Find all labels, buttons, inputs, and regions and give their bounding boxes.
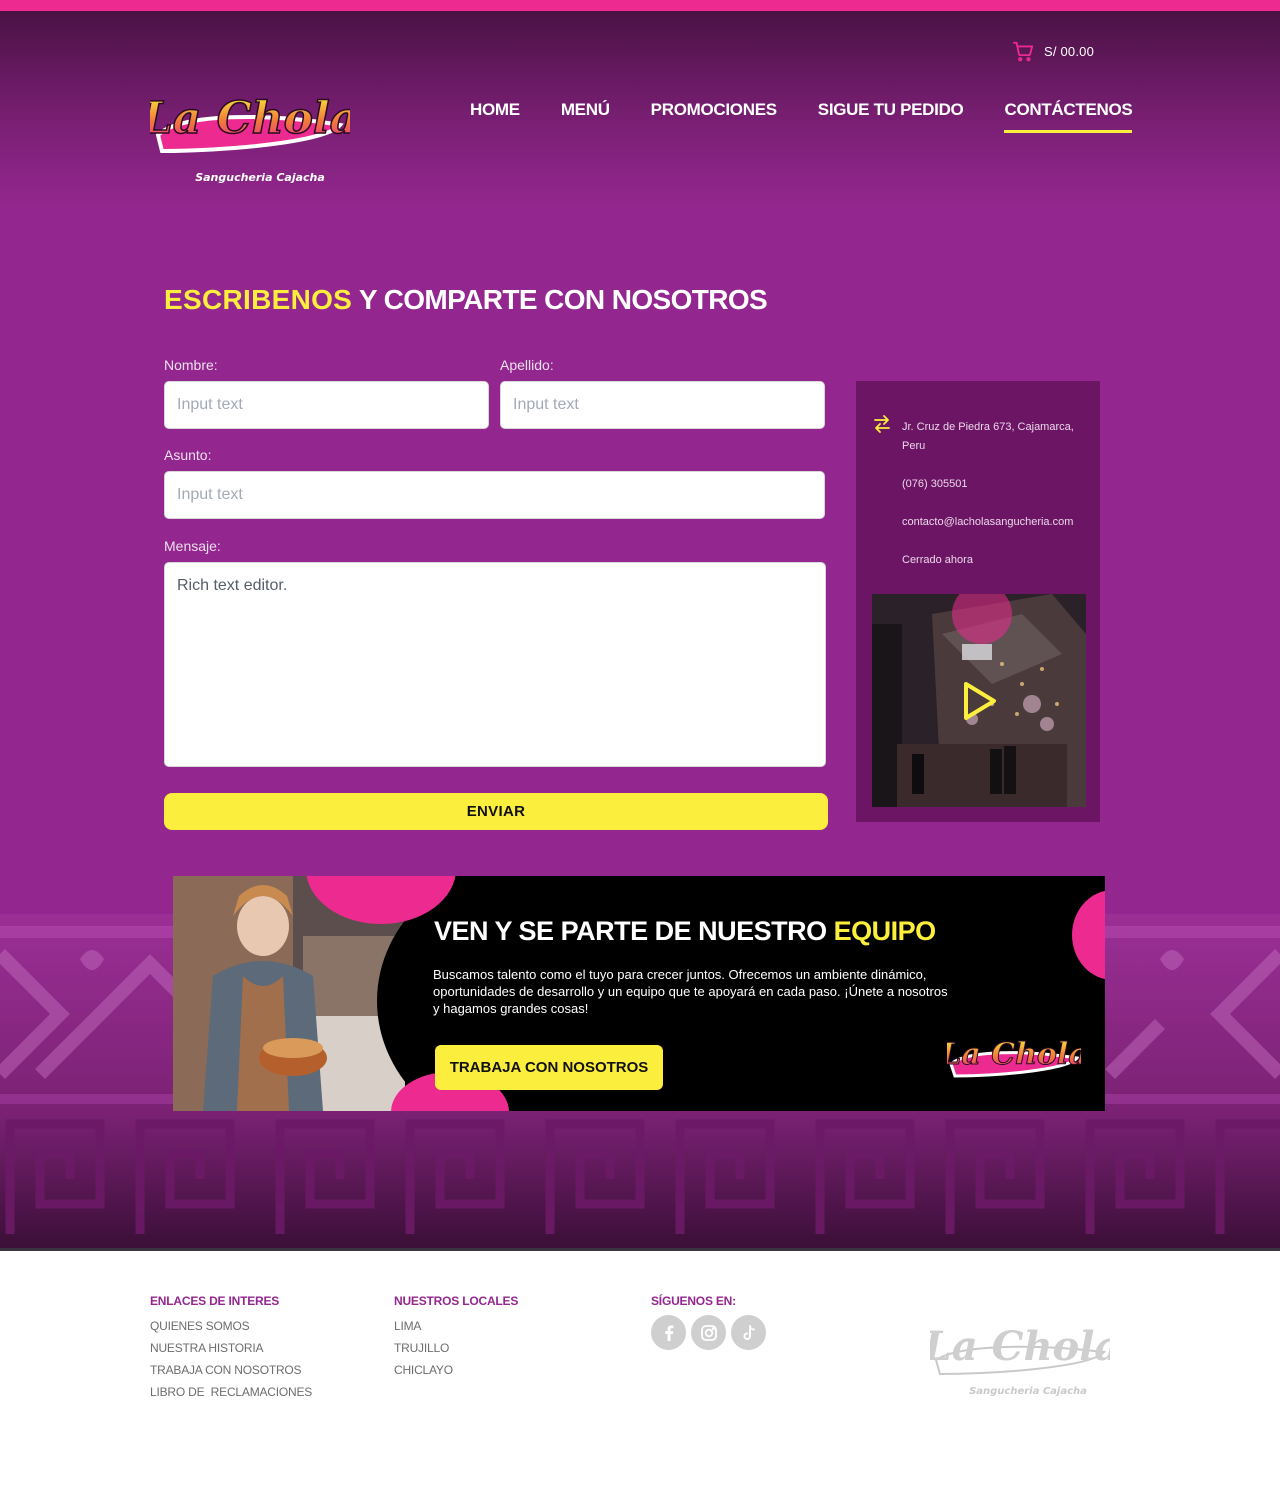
asunto-label: Asunto: xyxy=(164,447,212,463)
footer-logo-text: La Chola xyxy=(930,1323,1110,1370)
footer-social-column: SÍGUENOS EN: xyxy=(651,1294,766,1350)
footer-local-chiclayo[interactable]: CHICLAYO xyxy=(394,1359,518,1381)
footer-social-title: SÍGUENOS EN: xyxy=(651,1294,736,1308)
recruiting-banner: VEN Y SE PARTE DE NUESTRO EQUIPO Buscamo… xyxy=(173,876,1105,1111)
cart-total: S/ 00.00 xyxy=(1044,43,1095,59)
apellido-label: Apellido: xyxy=(500,357,554,373)
top-accent-bar xyxy=(0,0,1280,11)
video-player[interactable] xyxy=(872,594,1086,807)
instagram-button[interactable] xyxy=(691,1315,726,1350)
play-icon xyxy=(964,682,996,720)
page-title: ESCRIBENOS Y COMPARTE CON NOSOTROS xyxy=(164,284,768,316)
footer-links-column: ENLACES DE INTERES QUIENES SOMOS NUESTRA… xyxy=(150,1294,312,1403)
footer-divider xyxy=(0,1248,1280,1251)
footer-link-nuestra-historia[interactable]: NUESTRA HISTORIA xyxy=(150,1337,312,1359)
trabaja-con-nosotros-button[interactable]: TRABAJA CON NOSOTROS xyxy=(435,1045,663,1090)
apellido-input[interactable] xyxy=(500,381,825,429)
logo-text: La Chola xyxy=(150,93,350,144)
nav-promociones[interactable]: PROMOCIONES xyxy=(651,100,777,133)
phone-text[interactable]: (076) 305501 xyxy=(902,475,1086,494)
brand-logo[interactable]: La Chola Sangucheria Cajacha xyxy=(139,73,359,188)
logo-tagline: Sangucheria Cajacha xyxy=(195,171,325,184)
footer-locales-title: NUESTROS LOCALES xyxy=(394,1294,519,1308)
cart-button[interactable]: S/ 00.00 xyxy=(1012,39,1102,63)
banner-title: VEN Y SE PARTE DE NUESTRO EQUIPO xyxy=(434,916,936,947)
banner-logo: La Chola xyxy=(947,1037,1081,1078)
nav-home[interactable]: HOME xyxy=(470,100,520,133)
opening-status: Cerrado ahora xyxy=(902,554,973,566)
banner-body: Buscamos talento como el tuyo para crece… xyxy=(433,967,948,1016)
cart-icon xyxy=(1012,41,1034,62)
footer-link-quienes-somos[interactable]: QUIENES SOMOS xyxy=(150,1315,312,1337)
footer-links-title: ENLACES DE INTERES xyxy=(150,1294,280,1308)
footer-local-trujillo[interactable]: TRUJILLO xyxy=(394,1337,518,1359)
title-highlight: ESCRIBENOS xyxy=(164,284,353,315)
facebook-icon xyxy=(664,1325,673,1341)
title-rest: Y COMPARTE CON NOSOTROS xyxy=(352,284,768,315)
email-text[interactable]: contacto@lacholasangucheria.com xyxy=(902,513,1086,532)
footer-logo-tagline: Sangucheria Cajacha xyxy=(969,1386,1087,1397)
address-text: Jr. Cruz de Piedra 673, Cajamarca, Peru xyxy=(902,421,1074,452)
submit-button[interactable]: ENVIAR xyxy=(164,793,828,830)
footer-logo: La Chola Sangucheria Cajacha xyxy=(930,1323,1110,1397)
swap-arrows-icon xyxy=(874,415,890,433)
nombre-input[interactable] xyxy=(164,381,489,429)
footer-link-trabaja[interactable]: TRABAJA CON NOSOTROS xyxy=(150,1359,312,1381)
nav-contactenos[interactable]: CONTÁCTENOS xyxy=(1004,100,1133,133)
contact-info-panel: Jr. Cruz de Piedra 673, Cajamarca, Peru … xyxy=(856,381,1100,822)
footer-locales-column: NUESTROS LOCALES LIMA TRUJILLO CHICLAYO xyxy=(394,1294,518,1381)
tiktok-button[interactable] xyxy=(731,1315,766,1350)
mensaje-label: Mensaje: xyxy=(164,538,221,554)
nombre-label: Nombre: xyxy=(164,357,218,373)
banner-title-main: VEN Y SE PARTE DE NUESTRO xyxy=(434,916,834,946)
pink-blob-right xyxy=(1072,890,1105,980)
footer-local-lima[interactable]: LIMA xyxy=(394,1315,518,1337)
instagram-icon xyxy=(700,1324,717,1341)
asunto-input[interactable] xyxy=(164,471,825,519)
nav-menu[interactable]: MENÚ xyxy=(561,100,610,133)
banner-logo-text: La Chola xyxy=(947,1037,1081,1072)
banner-title-highlight: EQUIPO xyxy=(833,916,937,946)
facebook-button[interactable] xyxy=(651,1315,686,1350)
main-nav: HOME MENÚ PROMOCIONES SIGUE TU PEDIDO CO… xyxy=(470,100,1133,133)
footer-link-reclamaciones[interactable]: LIBRO DE RECLAMACIONES xyxy=(150,1381,312,1403)
nav-sigue-tu-pedido[interactable]: SIGUE TU PEDIDO xyxy=(818,100,964,133)
tiktok-icon xyxy=(742,1324,755,1340)
mensaje-editor[interactable] xyxy=(164,562,826,767)
